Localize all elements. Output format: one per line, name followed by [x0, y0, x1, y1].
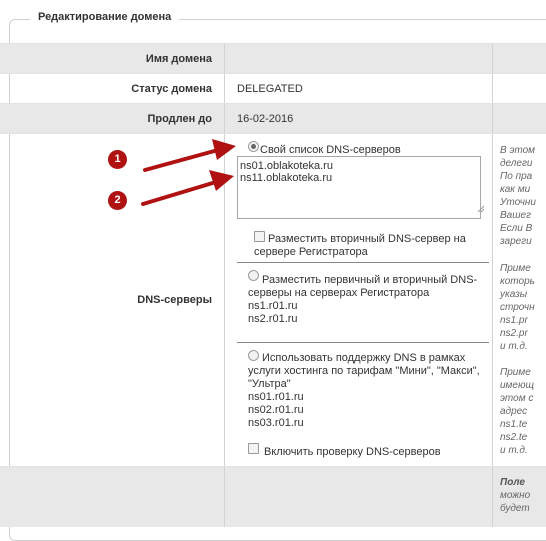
registrar-dns-radio[interactable] [248, 270, 259, 281]
hosting-dns-radio[interactable] [248, 350, 259, 361]
renewed-until-label: Продлен до [147, 112, 212, 125]
separator-2 [237, 342, 489, 343]
check-dns-label: Включить проверку DNS-серверов [264, 446, 441, 458]
registrar-dns-label-1: Разместить первичный и вторичный DNS- [262, 274, 478, 286]
annotation-badge-1: 1 [108, 150, 127, 169]
separator-1 [237, 262, 489, 263]
own-dns-list-textarea[interactable] [237, 156, 481, 219]
hosting-ns-2: ns02.r01.ru [248, 404, 304, 416]
registrar-ns-2: ns2.r01.ru [248, 313, 298, 325]
domain-status-value: DELEGATED [237, 82, 303, 95]
help-footer: Поле можно будет [500, 477, 531, 514]
registrar-ns-1: ns1.r01.ru [248, 300, 298, 312]
hosting-dns-label-3: "Ультра" [248, 378, 291, 390]
resize-grip-icon[interactable] [477, 205, 485, 213]
secondary-dns-label-1: Разместить вторичный DNS-сервер на [268, 233, 466, 245]
own-dns-list-label: Свой список DNS-серверов [260, 144, 401, 156]
help-block-2: Приме которь указы строчн ns1.pr ns2.pr и т… [500, 263, 535, 352]
row-footer: Поле можно будет [0, 466, 546, 527]
domain-status-label: Статус домена [131, 82, 212, 95]
own-dns-list-radio[interactable] [248, 141, 259, 152]
check-dns-checkbox[interactable] [248, 443, 259, 454]
annotation-badge-2: 2 [108, 191, 127, 210]
row-domain-name: Имя домена [0, 43, 546, 73]
help-block-1: В этом делеги По пра как ми Уточни Вашег Ес… [500, 145, 536, 247]
domain-name-label: Имя домена [145, 52, 212, 65]
secondary-dns-checkbox[interactable] [254, 231, 265, 242]
renewed-until-value: 16-02-2016 [237, 112, 294, 125]
hosting-dns-label-1: Использовать поддержку DNS в рамках [262, 352, 466, 364]
hosting-dns-label-2: услуги хостинга по тарифам "Мини", "Макс… [248, 365, 480, 377]
row-renewed-until: Продлен до 16-02-2016 [0, 103, 546, 133]
hosting-ns-1: ns01.r01.ru [248, 391, 304, 403]
secondary-dns-label-2: сервере Регистратора [254, 246, 368, 258]
hosting-ns-3: ns03.r01.ru [248, 417, 304, 429]
section-title: Редактирование домена [30, 11, 180, 23]
help-block-3: Приме имеющ этом с адрес ns1.te ns2.te и т.… [500, 367, 535, 456]
registrar-dns-label-2: серверы на серверах Регистратора [248, 287, 430, 299]
row-domain-status: Статус домена DELEGATED [0, 73, 546, 103]
dns-servers-label: DNS-серверы [137, 294, 212, 306]
